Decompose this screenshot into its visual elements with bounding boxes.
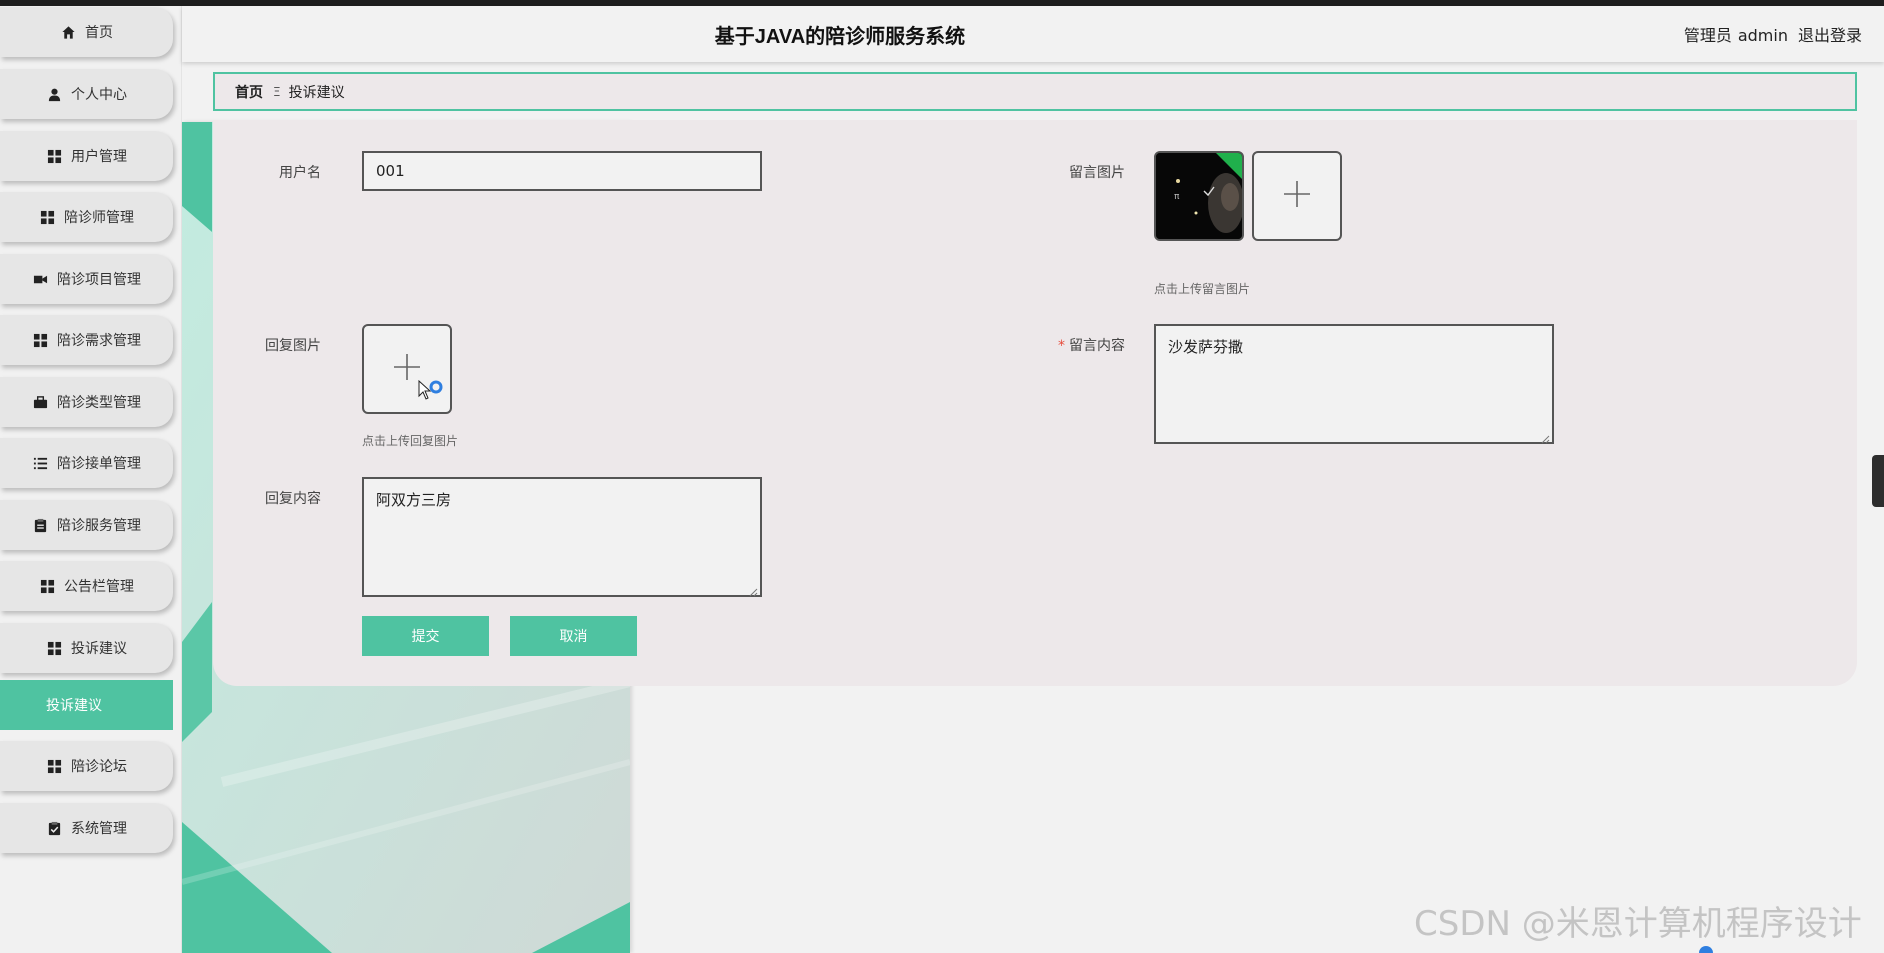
user-area: 管理员 admin 退出登录 <box>1678 22 1862 46</box>
username: admin <box>1737 26 1788 45</box>
complaint-form: 用户名 001 留言图片 π 点击上传留言图片 回复图片 点击上传回复图片 * 留… <box>213 120 1857 686</box>
app-title: 基于JAVA的陪诊师服务系统 <box>714 26 966 48</box>
username-label: 用户名 <box>279 165 321 181</box>
reply-image-upload[interactable] <box>362 324 452 414</box>
home-icon <box>60 24 76 40</box>
side-collapse-tab[interactable] <box>1872 455 1884 507</box>
sidebar-item-label: 陪诊接单管理 <box>57 456 141 472</box>
sidebar-item-label: 陪诊师管理 <box>64 210 134 226</box>
sidebar-item-label: 陪诊需求管理 <box>57 333 141 349</box>
sidebar-item-label: 陪诊论坛 <box>71 759 127 775</box>
grid-icon <box>39 209 55 225</box>
sidebar-item-home[interactable]: 首页 <box>0 7 173 57</box>
sidebar-item-demands[interactable]: 陪诊需求管理 <box>0 315 173 365</box>
cursor-busy-icon <box>418 379 444 410</box>
reply-content-label: 回复内容 <box>265 491 321 507</box>
sidebar-item-users[interactable]: 用户管理 <box>0 131 173 181</box>
breadcrumb-separator: Ξ <box>273 84 281 99</box>
list-icon <box>32 455 48 471</box>
grid-icon <box>39 578 55 594</box>
sidebar-item-orders[interactable]: 陪诊接单管理 <box>0 438 173 488</box>
username-field[interactable]: 001 <box>362 151 762 191</box>
breadcrumb-current: 投诉建议 <box>288 84 345 101</box>
plus-icon <box>1282 179 1312 213</box>
sidebar-item-label: 个人中心 <box>71 87 127 103</box>
message-image-thumbnail[interactable]: π <box>1154 151 1244 241</box>
sidebar-item-projects[interactable]: 陪诊项目管理 <box>0 254 173 304</box>
required-marker: * <box>1058 338 1065 354</box>
briefcase-icon <box>32 394 48 410</box>
message-image-label: 留言图片 <box>1069 165 1125 181</box>
top-header: 基于JAVA的陪诊师服务系统 管理员 admin 退出登录 <box>182 6 1884 62</box>
reply-content-textarea[interactable]: 阿双方三房 <box>362 477 762 597</box>
grid-icon <box>46 640 62 656</box>
sidebar-item-label: 陪诊类型管理 <box>57 395 141 411</box>
message-content-label: * 留言内容 <box>1058 338 1125 354</box>
sidebar-item-complaints[interactable]: 投诉建议 <box>0 623 173 673</box>
sidebar-item-label: 用户管理 <box>71 149 127 165</box>
grid-icon <box>46 148 62 164</box>
sidebar-item-forum[interactable]: 陪诊论坛 <box>0 741 173 791</box>
grid-icon <box>32 332 48 348</box>
sidebar-item-label: 首页 <box>85 25 113 41</box>
breadcrumb: 首页 Ξ 投诉建议 <box>213 72 1857 111</box>
sidebar-item-label: 公告栏管理 <box>64 579 134 595</box>
sidebar-subitem-complaints[interactable]: 投诉建议 <box>0 680 173 730</box>
submit-button[interactable]: 提交 <box>362 616 489 656</box>
cancel-button[interactable]: 取消 <box>510 616 637 656</box>
sidebar-item-label: 陪诊服务管理 <box>57 518 141 534</box>
resize-grip-icon[interactable] <box>1540 430 1550 444</box>
message-image-hint: 点击上传留言图片 <box>1154 282 1251 296</box>
clipboard-check-icon <box>46 820 62 836</box>
grid-icon <box>46 758 62 774</box>
sidebar-subitem-label: 投诉建议 <box>46 698 102 714</box>
reply-image-hint: 点击上传回复图片 <box>362 434 459 448</box>
sidebar: 首页 个人中心 用户管理 陪诊师管理 陪诊项目管理 陪诊需求管理 陪诊类型管理 … <box>0 6 182 953</box>
sidebar-item-label: 陪诊项目管理 <box>57 272 141 288</box>
sidebar-item-notices[interactable]: 公告栏管理 <box>0 561 173 611</box>
sidebar-item-services[interactable]: 陪诊服务管理 <box>0 500 173 550</box>
sidebar-item-label: 投诉建议 <box>71 641 127 657</box>
watermark: CSDN @米恩计算机程序设计 <box>1414 904 1862 944</box>
clipboard-icon <box>32 517 48 533</box>
message-content-textarea[interactable]: 沙发萨芬撒 <box>1154 324 1554 444</box>
sidebar-item-profile[interactable]: 个人中心 <box>0 69 173 119</box>
user-icon <box>46 86 62 102</box>
sidebar-item-system[interactable]: 系统管理 <box>0 803 173 853</box>
svg-text:π: π <box>1174 192 1180 202</box>
scroll-indicator <box>1699 946 1713 953</box>
sidebar-item-escorts[interactable]: 陪诊师管理 <box>0 192 173 242</box>
video-icon <box>32 271 48 287</box>
sidebar-item-types[interactable]: 陪诊类型管理 <box>0 377 173 427</box>
reply-content-text: 阿双方三房 <box>376 491 452 509</box>
logout-link[interactable]: 退出登录 <box>1798 26 1862 45</box>
sidebar-item-label: 系统管理 <box>71 821 127 837</box>
breadcrumb-home[interactable]: 首页 <box>235 82 263 102</box>
message-content-text: 沙发萨芬撒 <box>1168 338 1244 356</box>
reply-image-label: 回复图片 <box>265 338 321 354</box>
user-role: 管理员 <box>1683 26 1732 45</box>
resize-grip-icon[interactable] <box>748 583 758 597</box>
message-image-upload[interactable] <box>1252 151 1342 241</box>
